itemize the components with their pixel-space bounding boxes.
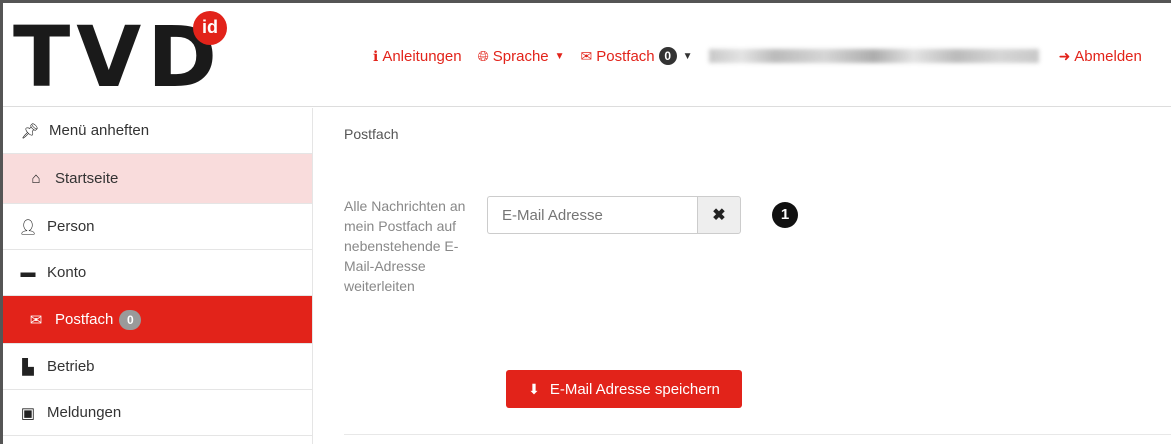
sidebar-item-label: Betrieb bbox=[47, 358, 95, 375]
envelope-icon: ✉ bbox=[29, 311, 43, 329]
close-icon: ✖ bbox=[712, 207, 726, 224]
instructions-link[interactable]: ℹ Anleitungen bbox=[373, 48, 462, 65]
app-header: TVD id ℹ Anleitungen 🌐︎ Sprache ▼ ✉ Post… bbox=[3, 3, 1171, 107]
industry-icon: ▙ bbox=[22, 358, 34, 376]
money-icon: ▬ bbox=[20, 264, 36, 281]
breadcrumb: Postfach bbox=[344, 126, 399, 142]
sidebar-item-label: Postfach bbox=[55, 311, 114, 328]
caret-down-icon: ▼ bbox=[682, 50, 693, 62]
caret-down-icon: ▼ bbox=[554, 50, 565, 62]
top-navigation: ℹ Anleitungen 🌐︎ Sprache ▼ ✉ Postfach 0 … bbox=[373, 47, 1158, 65]
sidebar: 📌︎ Menü anheften ⌂ Startseite 👤︎ Person … bbox=[3, 108, 313, 444]
instructions-label: Anleitungen bbox=[382, 47, 462, 65]
mailbox-dropdown[interactable]: ✉ Postfach 0 ▼ bbox=[581, 47, 693, 65]
logout-link[interactable]: ➜ Abmelden bbox=[1059, 48, 1142, 65]
mailbox-count-badge: 0 bbox=[119, 309, 142, 330]
language-label: Sprache bbox=[492, 47, 549, 65]
home-icon: ⌂ bbox=[31, 170, 41, 187]
email-input[interactable] bbox=[487, 196, 697, 234]
sidebar-item-home[interactable]: ⌂ Startseite bbox=[3, 154, 312, 204]
sidebar-item-mailbox[interactable]: ✉ Postfach 0 bbox=[3, 296, 312, 344]
envelope-icon: ✉ bbox=[580, 47, 593, 64]
sidebar-item-account[interactable]: ▬ Konto bbox=[3, 250, 312, 296]
sign-out-icon: ➜ bbox=[1058, 47, 1071, 64]
info-icon: ℹ bbox=[373, 47, 379, 64]
sidebar-item-label: Person bbox=[47, 218, 95, 235]
sidebar-item-notifications[interactable]: ▣ Meldungen bbox=[3, 390, 312, 436]
forward-description: Alle Nachrichten an mein Postfach auf ne… bbox=[344, 198, 466, 294]
sidebar-item-business[interactable]: ▙ Betrieb bbox=[3, 344, 312, 390]
step-marker: 1 bbox=[772, 202, 798, 228]
mailbox-label: Postfach bbox=[596, 47, 655, 65]
logout-label: Abmelden bbox=[1074, 47, 1142, 65]
save-email-button[interactable]: ⬇ E-Mail Adresse speichern bbox=[506, 370, 742, 408]
mailbox-count-badge: 0 bbox=[658, 47, 677, 65]
pin-icon: 📌︎ bbox=[20, 122, 40, 140]
sidebar-item-label: Menü anheften bbox=[49, 122, 150, 139]
sidebar-item-label: Meldungen bbox=[47, 404, 122, 421]
sidebar-item-pin-menu[interactable]: 📌︎ Menü anheften bbox=[3, 108, 312, 154]
logo-id-badge: id bbox=[193, 11, 227, 45]
logo-text: TVD bbox=[13, 8, 224, 106]
divider bbox=[344, 434, 1171, 435]
email-forward-group: ✖ bbox=[487, 196, 741, 234]
sidebar-item-label: Konto bbox=[47, 264, 87, 281]
save-email-label: E-Mail Adresse speichern bbox=[549, 380, 720, 398]
language-dropdown[interactable]: 🌐︎ Sprache ▼ bbox=[478, 48, 565, 65]
main-content: Postfach Alle Nachrichten an mein Postfa… bbox=[314, 108, 1171, 444]
user-icon: 👤︎ bbox=[18, 218, 38, 236]
sidebar-item-person[interactable]: 👤︎ Person bbox=[3, 204, 312, 250]
globe-icon: 🌐︎ bbox=[477, 47, 489, 64]
tvd-logo[interactable]: TVD id bbox=[13, 11, 227, 99]
clipboard-icon: ▣ bbox=[20, 404, 36, 422]
download-icon: ⬇ bbox=[528, 380, 540, 397]
sidebar-item-label: Startseite bbox=[55, 170, 119, 187]
clear-email-button[interactable]: ✖ bbox=[697, 196, 741, 234]
user-name-redacted[interactable] bbox=[708, 49, 1039, 63]
